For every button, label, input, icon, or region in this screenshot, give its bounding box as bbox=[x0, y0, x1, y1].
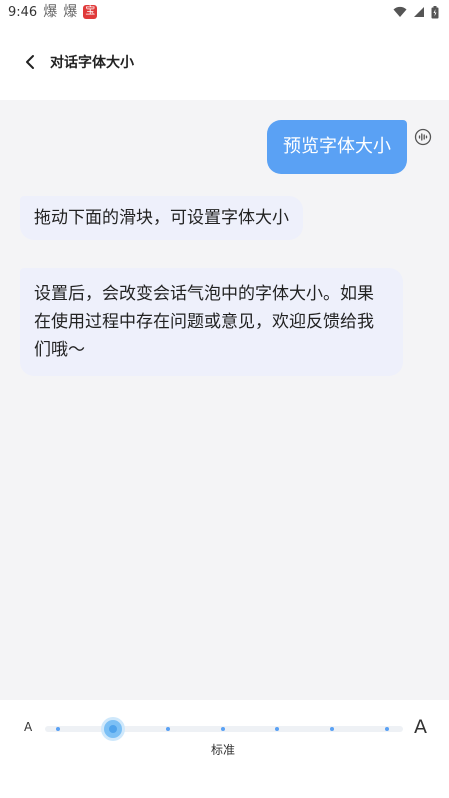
notification-icon: 爆 bbox=[43, 4, 58, 20]
preview-bubble: 预览字体大小 bbox=[267, 120, 407, 174]
voice-play-icon[interactable] bbox=[414, 128, 432, 146]
slider-tick[interactable] bbox=[56, 727, 60, 731]
slider-tick[interactable] bbox=[385, 727, 389, 731]
current-size-label: 标准 bbox=[211, 743, 236, 757]
wifi-icon bbox=[393, 6, 407, 17]
battery-icon bbox=[431, 5, 439, 18]
header: 对话字体大小 bbox=[0, 24, 449, 100]
font-size-slider[interactable] bbox=[45, 720, 403, 738]
slider-thumb[interactable] bbox=[103, 720, 122, 738]
font-size-slider-panel: A A 标准 bbox=[0, 700, 449, 798]
slider-tick[interactable] bbox=[275, 727, 280, 731]
notification-icon: 爆 bbox=[63, 4, 78, 20]
notification-app-icon: 宝 bbox=[83, 5, 98, 19]
page-title: 对话字体大小 bbox=[50, 55, 134, 71]
signal-icon bbox=[414, 7, 424, 17]
message-bubble: 设置后，会改变会话气泡中的字体大小。如果在使用过程中存在问题或意见，欢迎反馈给我… bbox=[20, 268, 403, 376]
slider-tick[interactable] bbox=[330, 727, 335, 731]
chat-preview-area: 预览字体大小 拖动下面的滑块，可设置字体大小 设置后，会改变会话气泡中的字体大小… bbox=[0, 100, 449, 700]
chevron-left-icon bbox=[26, 55, 34, 69]
status-bar: 9:46 爆 爆 宝 bbox=[0, 0, 449, 24]
slider-tick[interactable] bbox=[220, 727, 225, 731]
slider-tick[interactable] bbox=[165, 727, 170, 731]
status-time: 9:46 bbox=[8, 4, 38, 20]
large-font-label: A bbox=[414, 716, 427, 738]
back-button[interactable] bbox=[16, 48, 44, 76]
small-font-label: A bbox=[24, 720, 33, 734]
status-right bbox=[393, 5, 439, 19]
status-left: 9:46 爆 爆 宝 bbox=[8, 4, 98, 20]
message-bubble: 拖动下面的滑块，可设置字体大小 bbox=[20, 196, 303, 240]
